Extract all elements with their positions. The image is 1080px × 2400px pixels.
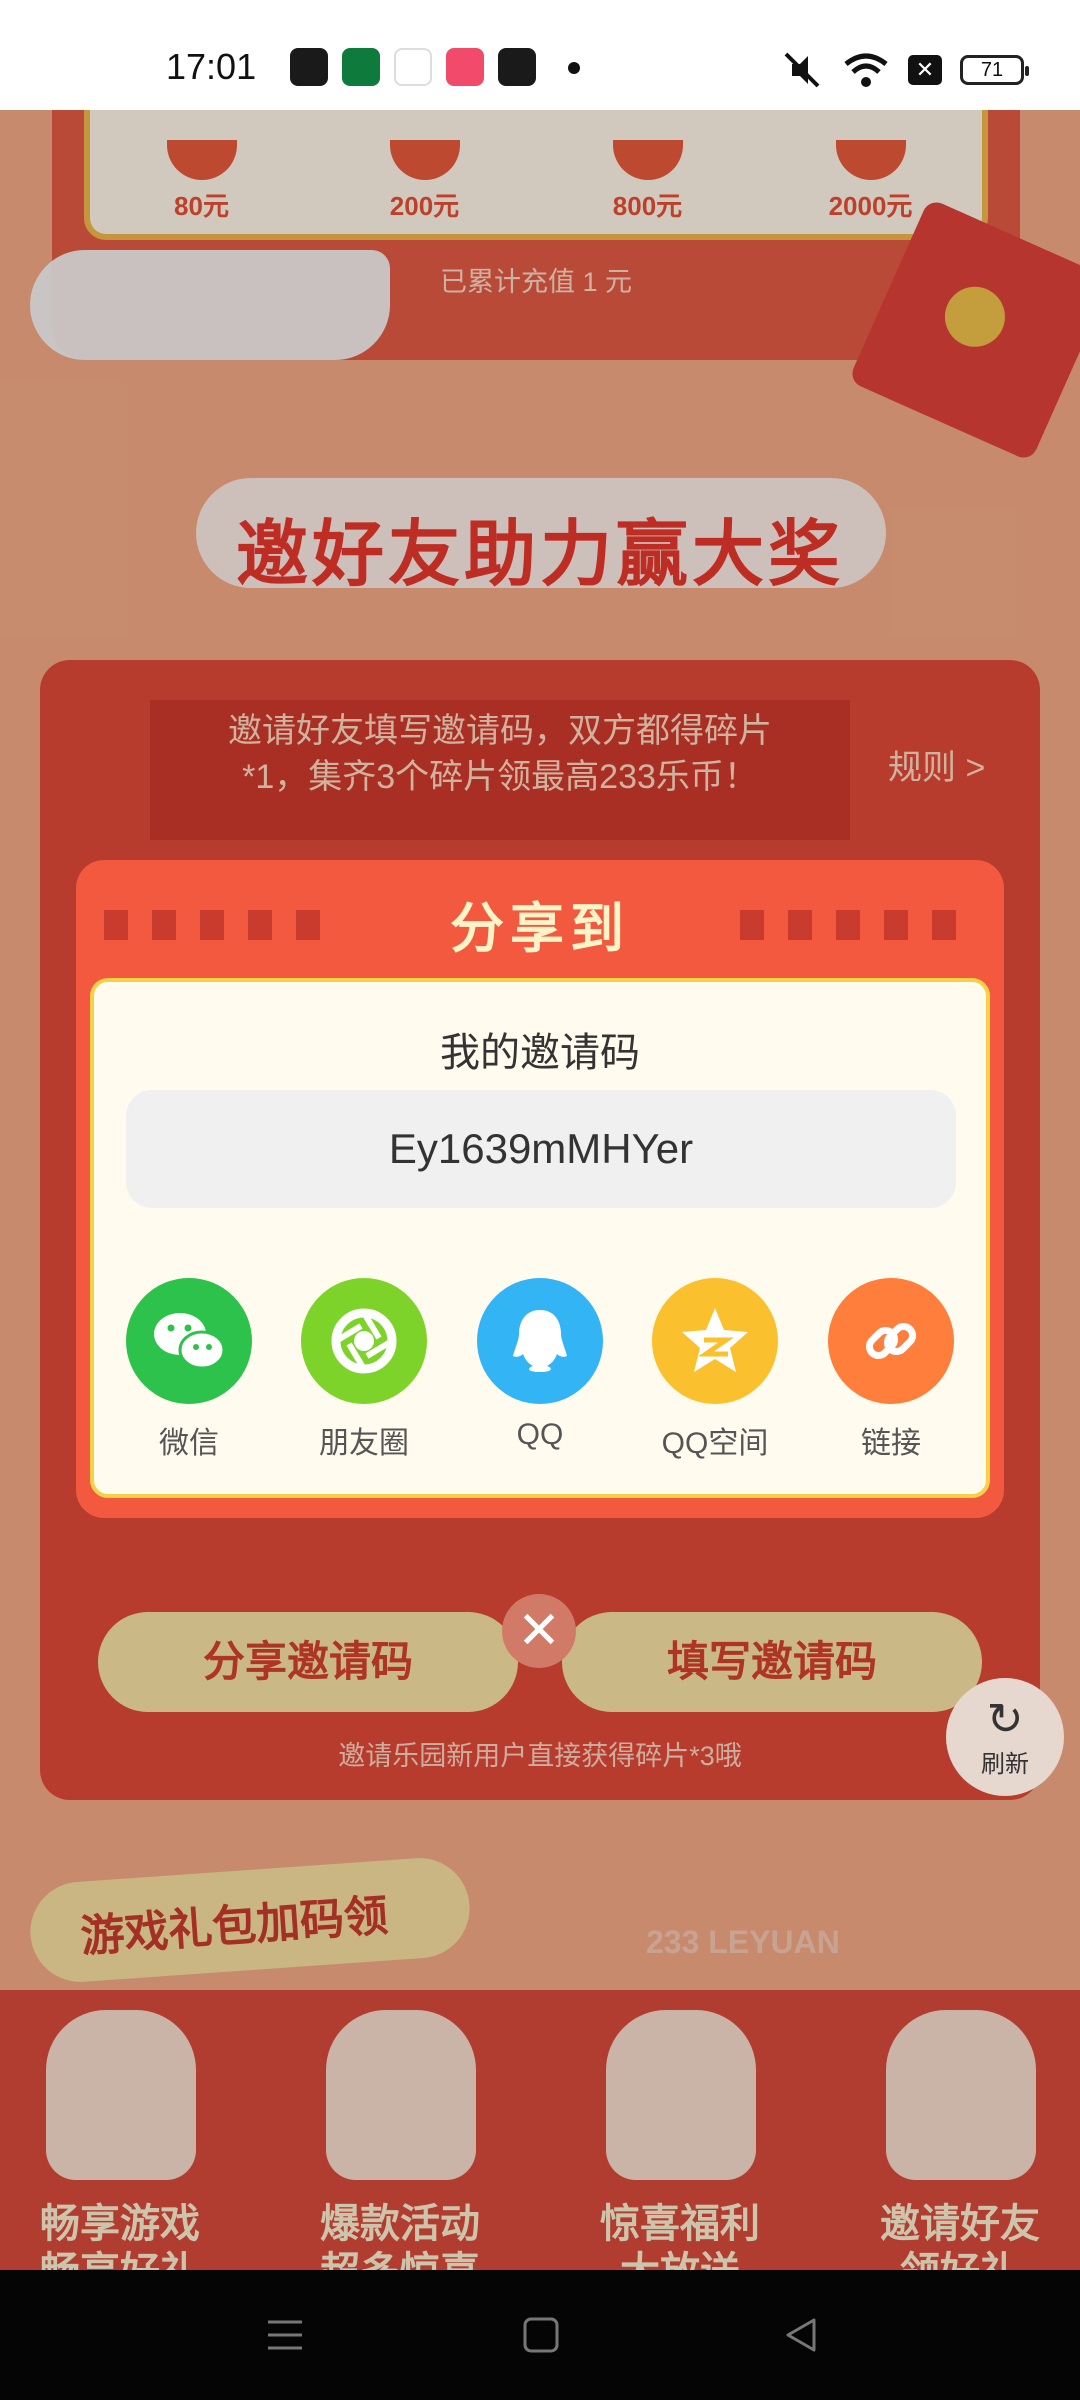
share-wechat-button[interactable]: 微信 <box>114 1278 264 1462</box>
battery-icon: 71 <box>960 55 1029 85</box>
oppo-app-icon <box>342 48 380 86</box>
tiktok-lite-app-icon <box>498 48 536 86</box>
tiktok-app-icon <box>290 48 328 86</box>
no-sim-icon: ✕ <box>908 55 942 85</box>
share-label: QQ <box>516 1418 564 1451</box>
dialog-body: 我的邀请码 Ey1639mMHYer 微信 朋友圈 QQ QQ空间 链接 <box>90 978 990 1498</box>
share-qzone-button[interactable]: QQ空间 <box>640 1278 790 1462</box>
share-label: 朋友圈 <box>319 1427 409 1460</box>
close-icon[interactable]: ✕ <box>502 1594 576 1668</box>
share-label: 微信 <box>159 1427 219 1460</box>
refresh-button[interactable]: ↻ 刷新 <box>946 1678 1064 1796</box>
more-notifications-dot <box>568 62 580 74</box>
refresh-label: 刷新 <box>981 1751 1029 1778</box>
share-label: 链接 <box>861 1427 921 1460</box>
app-icon <box>394 48 432 86</box>
invite-code-label: 我的邀请码 <box>440 1031 640 1075</box>
link-icon <box>828 1278 954 1404</box>
wechat-icon <box>126 1278 252 1404</box>
status-bar: 17:01 ✕ 71 <box>0 0 1080 110</box>
moments-icon <box>301 1278 427 1404</box>
home-icon[interactable] <box>520 2314 562 2356</box>
navigation-bar <box>0 2270 1080 2400</box>
share-label: QQ空间 <box>661 1427 769 1460</box>
share-moments-button[interactable]: 朋友圈 <box>289 1278 439 1462</box>
app-icon <box>446 48 484 86</box>
invite-code-field[interactable]: Ey1639mMHYer <box>126 1090 956 1208</box>
menu-icon[interactable] <box>264 2314 306 2356</box>
wifi-icon <box>844 53 888 87</box>
share-dialog: 分享到 我的邀请码 Ey1639mMHYer 微信 朋友圈 QQ QQ空间 链接 <box>76 860 1004 1518</box>
mute-icon <box>784 52 820 88</box>
refresh-icon: ↻ <box>986 1695 1024 1744</box>
dialog-title: 分享到 <box>450 897 630 960</box>
share-qq-button[interactable]: QQ <box>465 1278 615 1452</box>
back-icon[interactable] <box>780 2314 822 2356</box>
qq-icon <box>477 1278 603 1404</box>
share-link-button[interactable]: 链接 <box>816 1278 966 1462</box>
clock: 17:01 <box>166 46 257 87</box>
qzone-icon <box>652 1278 778 1404</box>
